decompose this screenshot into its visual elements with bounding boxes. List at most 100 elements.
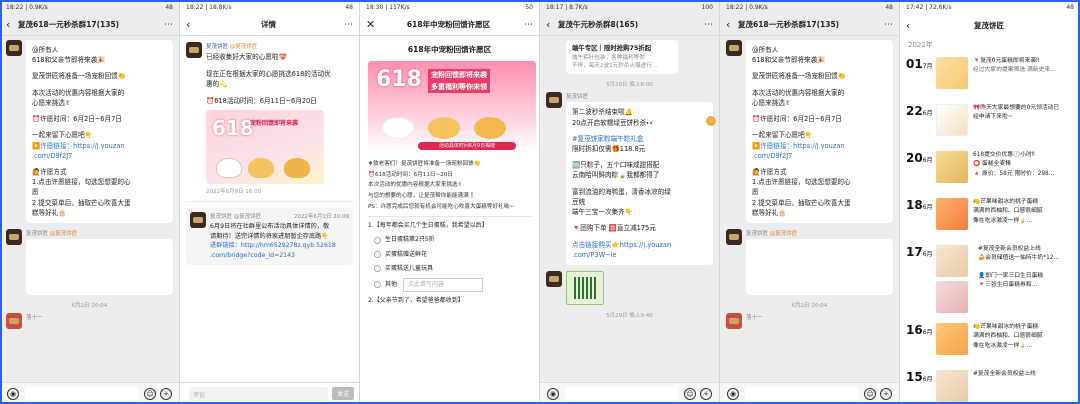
message-bubble[interactable]: @所有人 618和父亲节即将来袭🎉 复茂饼匠将准备一场宠粉回馈👏 本次活动的优惠… [26,40,173,224]
date-label: 206月 [906,151,936,165]
timeline-row[interactable]: 186月 🍋芒果味甜冰的桃子蛋糕 满满的西柚和、口感很细腻 像在吃冰激凌一样🍦... [900,195,1080,242]
radio-icon[interactable] [374,281,381,289]
wish-link-cont[interactable]: .com/D9f2J7 [752,151,887,161]
radio-icon[interactable] [374,265,381,273]
msg-line: 2.提交菜单后，抽取芒心吹喜大蛋 [32,198,131,207]
avatar[interactable] [546,271,562,288]
promo-poster-image[interactable]: 618 宠粉回馈即将来袭 [206,110,324,185]
qr-code-image[interactable] [566,271,604,306]
message-input[interactable] [565,386,678,401]
timeline-row[interactable]: 206月 618提交价优惠🕐小时‼ ⭕ 蛋糕全麦棒 🔺 原价：58元 限时价：298… [900,148,1080,195]
post-line: ⏰618活动时间：6月11日~6月20日 [206,96,317,105]
title-bar: ‹ 复茂618一元秒杀群17(135) ⋯ [0,14,179,36]
group-link-cont[interactable]: .com/bridge?code_id=2143 [210,251,349,261]
message-input[interactable] [25,386,138,401]
close-icon[interactable]: ✕ [366,18,378,31]
option-row[interactable]: 其他 点此填写内容 [374,277,531,293]
avatar[interactable] [726,313,742,330]
timeline-row[interactable]: 166月 🍋芒果味甜冰的桃子蛋糕 满满的西柚和、口感很细腻 像在吃冰激凌一样🍦... [900,320,1080,367]
more-icon[interactable]: ⋯ [519,20,533,30]
sender-tag: @复茂饼匠 [49,231,78,238]
sender-label[interactable]: 复茂饼匠 [206,44,228,50]
product-tag[interactable]: #复茂饼家粽端午粽礼盒 [572,134,707,144]
desc-line: ❖致老客们！复茂饼匠将准备一场宠粉回馈👏 [368,161,481,167]
option-row[interactable]: 买蛋糕送儿童玩具 [374,264,531,274]
msg-line: 🆗只粽子，五个口味咸甜搭配 [572,161,660,170]
avatar[interactable] [546,92,562,109]
timeline-row[interactable]: 226月 🎀昨天大家最想要的0元领活动已 经申请下来啦~ [900,101,1080,148]
emoji-icon[interactable]: ☺ [684,387,696,400]
post-line: 🍋芒果味甜冰的桃子蛋糕 [973,199,1039,205]
wish-link[interactable]: ▶️许愿链接：https://j.youzan [32,141,167,151]
post-thumbnail[interactable] [936,57,968,89]
more-icon[interactable]: ⋯ [879,20,893,30]
form-content[interactable]: 618年中宠粉回馈许愿区 618 宠粉回馈即将来袭 多重福利等你来领 活动具体时… [360,36,539,404]
post-thumbnail[interactable] [936,370,968,402]
plus-icon[interactable]: + [160,387,172,400]
voice-icon[interactable]: ◉ [727,387,739,400]
post-thumbnail[interactable] [936,245,968,277]
comment-input[interactable]: 评论 [189,386,328,401]
wish-link[interactable]: ▶️许愿链接：https://j.youzan [752,141,887,151]
avatar[interactable] [726,40,742,56]
timestamp: 5月29日 晚上8:00 [606,82,653,89]
avatar[interactable] [6,229,22,246]
link-card[interactable]: 端午专区｜限时抢购75折起 端午粽叶包装，各种福利等你 不停，每天2波1元秒杀火… [566,40,678,75]
other-input[interactable]: 点此填写内容 [403,277,484,293]
option-row[interactable]: 买蛋糕赠送鲜花 [374,250,531,260]
timeline-row[interactable]: 017月 🔻复茂0元蛋糕即将来袭‼ 经过大家的提案筛选 满新史来... [900,54,1080,101]
timeline[interactable]: 2022年 017月 🔻复茂0元蛋糕即将来袭‼ 经过大家的提案筛选 满新史来...… [900,36,1080,404]
chat-area[interactable]: 端午专区｜限时抢购75折起 端午粽叶包装，各种福利等你 不停，每天2波1元秒杀火… [540,36,719,382]
post-thumbnail[interactable] [936,281,968,313]
send-button[interactable]: 发送 [331,387,354,400]
more-icon[interactable]: ⋯ [699,20,713,30]
wish-link-cont[interactable]: .com/D9f2J7 [32,151,167,161]
voice-icon[interactable]: ◉ [7,387,19,400]
msg-line: @所有人 [32,46,59,54]
post-thumbnail[interactable] [936,104,968,136]
emoji-icon[interactable]: ☺ [144,387,156,400]
buy-link[interactable]: 点击链接购买👉https://j.youzan [572,240,707,250]
more-icon[interactable]: ⋯ [339,20,353,30]
radio-icon[interactable] [374,251,381,259]
post-thumbnail[interactable] [936,198,968,230]
page-title: 618年中宠粉回馈许愿区 [406,20,491,29]
avatar[interactable] [186,42,202,58]
emoji-icon[interactable]: ☺ [864,387,876,400]
back-icon[interactable]: ‹ [186,18,198,31]
back-icon[interactable]: ‹ [726,18,738,31]
chat-area[interactable]: @所有人 618和父亲节即将来袭🎉 复茂饼匠将准备一场宠粉回馈👏 本次活动的优惠… [720,36,899,382]
post-thumbnail[interactable] [936,151,968,183]
date-label: 176月 [906,245,936,259]
scroll-button[interactable]: › [706,116,716,126]
title-bar: ✕ 618年中宠粉回馈许愿区 ⋯ [360,14,539,36]
message-bubble[interactable]: 第二波秒杀结束啦🔔 20点开启软糯绿豆饼秒杀👀 #复茂饼家粽端午粽礼盒 限时折扣… [566,102,713,266]
back-icon[interactable]: ‹ [906,19,918,32]
msg-line: 愿 [32,188,39,197]
back-icon[interactable]: ‹ [546,18,558,31]
post-thumbnail[interactable] [936,323,968,355]
message-input[interactable] [745,386,858,401]
avatar[interactable] [6,313,22,330]
timeline-row[interactable]: 156月 #复茂全新会员权益上线 [900,367,1080,404]
group-link[interactable]: 进群链接：http://hm6529278z.qyb.52618 [210,241,349,251]
more-icon[interactable]: ⋯ [159,20,173,30]
avatar[interactable] [190,212,206,229]
chat-area[interactable]: @所有人 618和父亲节即将来袭🎉 复茂饼匠将准备一场宠粉回馈👏 本次活动的优惠… [0,36,179,382]
title-bar: ‹ 复茂618一元秒杀群17(135) ⋯ [720,14,899,36]
avatar[interactable] [726,229,742,246]
plus-icon[interactable]: + [700,387,712,400]
option-row[interactable]: 生日蛋糕第2只5折 [374,235,531,245]
voice-icon[interactable]: ◉ [547,387,559,400]
radio-icon[interactable] [374,236,381,244]
day-number: 22 [906,104,923,118]
timeline-row[interactable]: 176月 #复茂全新会员权益上线 🍰会员储值送一抽持牛奶*12... 👤即门一家三口… [900,242,1080,320]
avatar[interactable] [6,40,22,56]
message-bubble[interactable]: @所有人 618和父亲节即将来袭🎉 复茂饼匠将准备一场宠粉回馈👏 本次活动的优惠… [746,40,893,224]
detail-area[interactable]: 复茂饼匠 @复茂饼匠 已经收集好大家的心愿啦💝 现在正在根据大家的心愿挑选618… [180,36,359,382]
message-bubble[interactable] [746,239,893,296]
back-icon[interactable]: ‹ [6,18,18,31]
buy-link-cont[interactable]: .com/P3W~ie [572,250,707,260]
message-bubble[interactable] [26,239,173,296]
plus-icon[interactable]: + [880,387,892,400]
